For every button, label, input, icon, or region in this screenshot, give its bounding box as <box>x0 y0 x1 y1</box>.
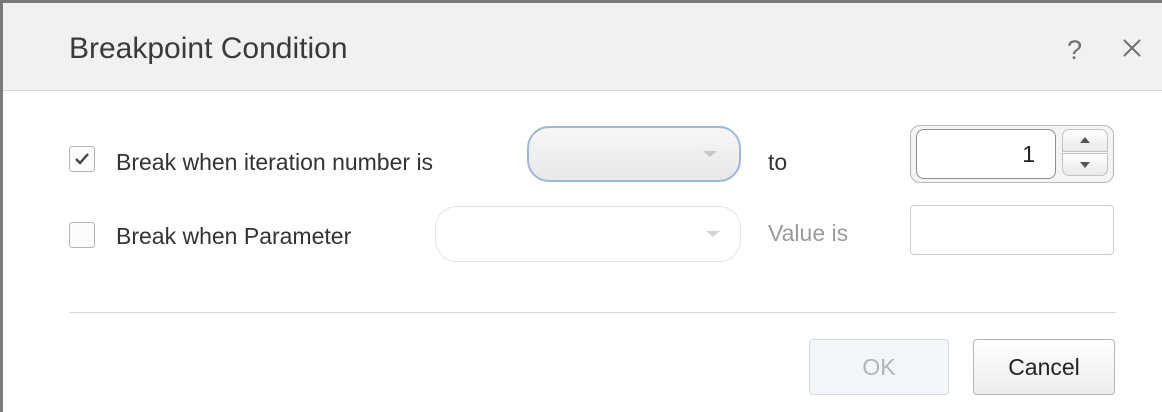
spin-up-icon[interactable] <box>1062 129 1108 152</box>
parameter-label: Break when Parameter <box>116 223 352 249</box>
to-label: to <box>768 149 788 175</box>
iteration-to-input[interactable]: 1 <box>916 129 1056 179</box>
help-icon[interactable]: ? <box>1067 35 1082 65</box>
divider <box>69 312 1116 313</box>
cancel-button[interactable]: Cancel <box>973 339 1115 395</box>
close-icon[interactable] <box>1120 36 1144 60</box>
chevron-down-icon <box>703 151 717 157</box>
dialog-title-bar: Breakpoint Condition ? <box>3 3 1162 91</box>
dialog-title: Breakpoint Condition <box>69 32 348 65</box>
parameter-checkbox[interactable] <box>69 222 95 248</box>
parameter-combo[interactable] <box>435 206 741 262</box>
chevron-down-icon <box>706 231 720 237</box>
iteration-from-combo[interactable] <box>527 126 741 182</box>
ok-button[interactable]: OK <box>809 339 949 395</box>
iteration-checkbox[interactable] <box>69 146 95 172</box>
checkmark-icon <box>75 153 89 165</box>
iteration-to-spinner: 1 <box>910 125 1114 183</box>
spin-down-icon[interactable] <box>1062 153 1108 176</box>
iteration-label: Break when iteration number is <box>116 149 434 175</box>
breakpoint-condition-dialog: Breakpoint Condition ? Break when iterat… <box>0 0 1162 412</box>
parameter-value-field[interactable] <box>910 205 1114 255</box>
value-is-label: Value is <box>768 220 849 246</box>
